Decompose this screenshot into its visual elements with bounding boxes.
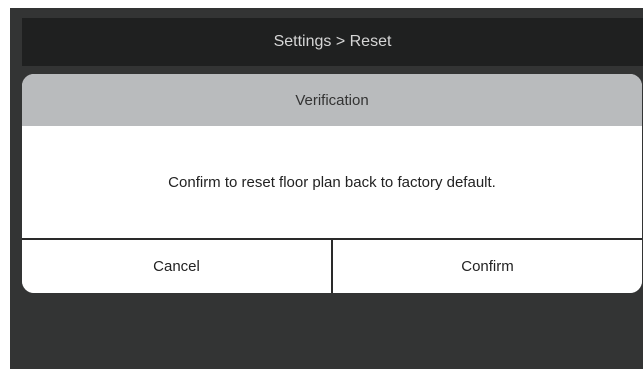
dialog-message: Confirm to reset floor plan back to fact… (168, 174, 496, 191)
cancel-button-label: Cancel (153, 258, 200, 275)
dialog-actions: Cancel Confirm (22, 238, 642, 293)
page-title-bar: Settings > Reset (22, 18, 643, 66)
cancel-button[interactable]: Cancel (22, 240, 331, 293)
dialog-header: Verification (22, 74, 642, 126)
device-screen: Settings > Reset Verification Confirm to… (10, 8, 643, 369)
page-title: Settings > Reset (273, 33, 392, 50)
confirm-button-label: Confirm (461, 258, 514, 275)
dialog-body: Confirm to reset floor plan back to fact… (22, 126, 642, 239)
verification-dialog: Verification Confirm to reset floor plan… (22, 74, 642, 293)
dialog-title: Verification (295, 91, 369, 109)
confirm-button[interactable]: Confirm (333, 240, 642, 293)
